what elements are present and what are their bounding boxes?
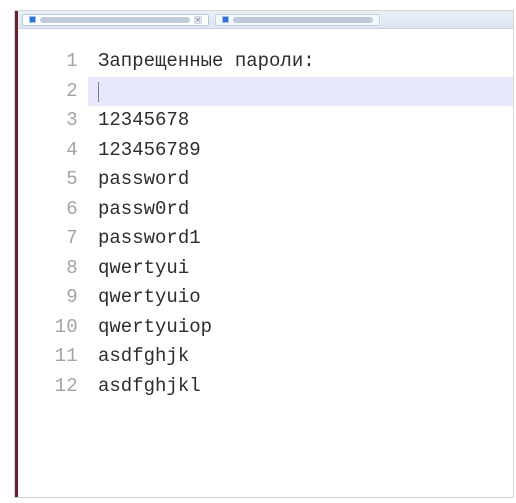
code-line-1[interactable]: Запрещенные пароли: (88, 47, 513, 77)
text-editor[interactable]: 1 2 3 4 5 6 7 8 9 10 11 12 Запрещенные п… (18, 29, 513, 497)
line-number: 7 (66, 227, 78, 249)
line-number: 9 (66, 286, 78, 308)
tab-document-2[interactable] (215, 13, 380, 26)
line-number: 2 (66, 79, 78, 102)
code-line-10[interactable]: qwertyuiop (88, 313, 513, 343)
tab-document-2-blurred-title (233, 16, 373, 23)
line-number: 11 (54, 345, 78, 367)
line-number: 1 (66, 50, 78, 72)
code-line-4[interactable]: 123456789 (88, 136, 513, 166)
tab-document-1[interactable]: × (22, 13, 209, 26)
code-line-11[interactable]: asdfghjk (88, 342, 513, 372)
line-number-list: 1 2 3 4 5 6 7 8 9 10 11 12 (18, 47, 88, 401)
file-icon (222, 16, 229, 23)
line-number: 3 (66, 109, 78, 131)
line-number: 12 (54, 374, 78, 397)
text-caret (98, 81, 99, 102)
code-line-12[interactable]: asdfghjkl (88, 372, 513, 402)
code-line-2-current[interactable] (88, 76, 513, 106)
line-number: 6 (66, 197, 78, 220)
file-icon (29, 16, 36, 23)
code-line-3[interactable]: 12345678 (88, 106, 513, 136)
line-number-gutter: 1 2 3 4 5 6 7 8 9 10 11 12 (18, 29, 88, 497)
code-line-9[interactable]: qwertyuio (88, 283, 513, 313)
editor-content[interactable]: Запрещенные пароли: 12345678 123456789 p… (88, 47, 513, 401)
line-number: 10 (54, 315, 78, 338)
line-number: 5 (66, 168, 78, 190)
tab-document-1-blurred-title (40, 16, 190, 23)
code-line-5[interactable]: password (88, 165, 513, 195)
code-line-8[interactable]: qwertyui (88, 254, 513, 284)
line-number: 4 (66, 138, 78, 161)
tab-bar: × (18, 11, 513, 29)
close-icon[interactable]: × (194, 15, 202, 24)
line-number: 8 (66, 256, 78, 279)
code-line-7[interactable]: password1 (88, 224, 513, 254)
editor-window: × 1 2 3 4 5 6 7 8 9 10 11 12 Запрещенные… (14, 10, 514, 498)
code-line-6[interactable]: passw0rd (88, 195, 513, 225)
